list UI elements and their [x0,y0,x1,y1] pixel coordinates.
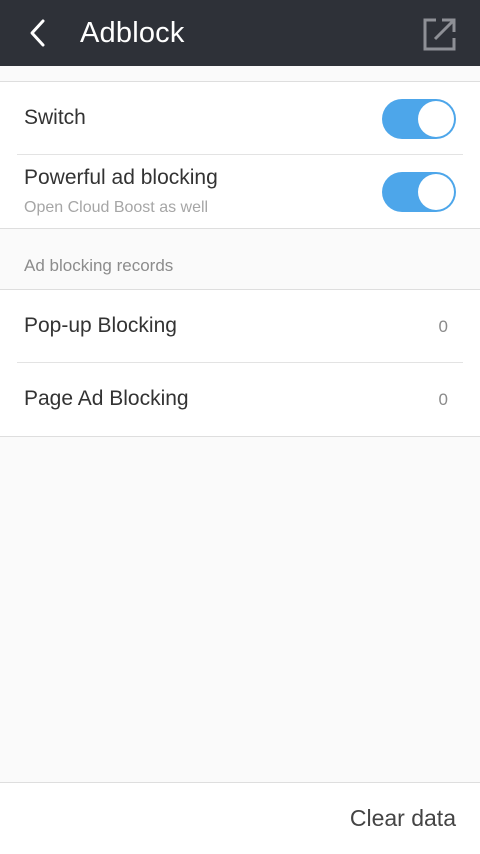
page-ad-blocking-label: Page Ad Blocking [24,387,189,410]
records-section-label: Ad blocking records [24,256,174,275]
switch-label: Switch [24,106,86,129]
external-link-icon [423,18,456,51]
powerful-ad-blocking-sublabel: Open Cloud Boost as well [24,199,209,216]
share-button[interactable] [420,14,460,54]
clear-data-button[interactable]: Clear data [350,805,456,832]
powerful-ad-blocking-label: Powerful ad blocking [24,166,218,189]
chevron-left-icon [30,19,45,47]
back-button[interactable] [14,13,62,53]
popup-blocking-row[interactable]: Pop-up Blocking 0 [17,290,463,362]
popup-blocking-count: 0 [438,317,448,336]
powerful-ad-blocking-row[interactable]: Powerful ad blocking Open Cloud Boost as… [17,154,463,227]
page-ad-blocking-row[interactable]: Page Ad Blocking 0 [17,362,463,435]
popup-blocking-label: Pop-up Blocking [24,314,177,337]
records-card: Pop-up Blocking 0 Page Ad Blocking 0 [0,289,480,437]
page-title: Adblock [80,17,185,49]
switch-row[interactable]: Switch [17,82,463,154]
settings-card: Switch Powerful ad blocking Open Cloud B… [0,81,480,229]
switch-toggle[interactable] [382,99,456,139]
toggle-knob [418,174,454,210]
powerful-ad-blocking-toggle[interactable] [382,172,456,212]
adblock-screen: Adblock Switch Powerful ad blocking Open… [0,0,480,854]
footer-bar: Clear data [0,782,480,854]
app-header: Adblock [0,0,480,66]
toggle-knob [418,101,454,137]
page-ad-blocking-count: 0 [438,390,448,409]
